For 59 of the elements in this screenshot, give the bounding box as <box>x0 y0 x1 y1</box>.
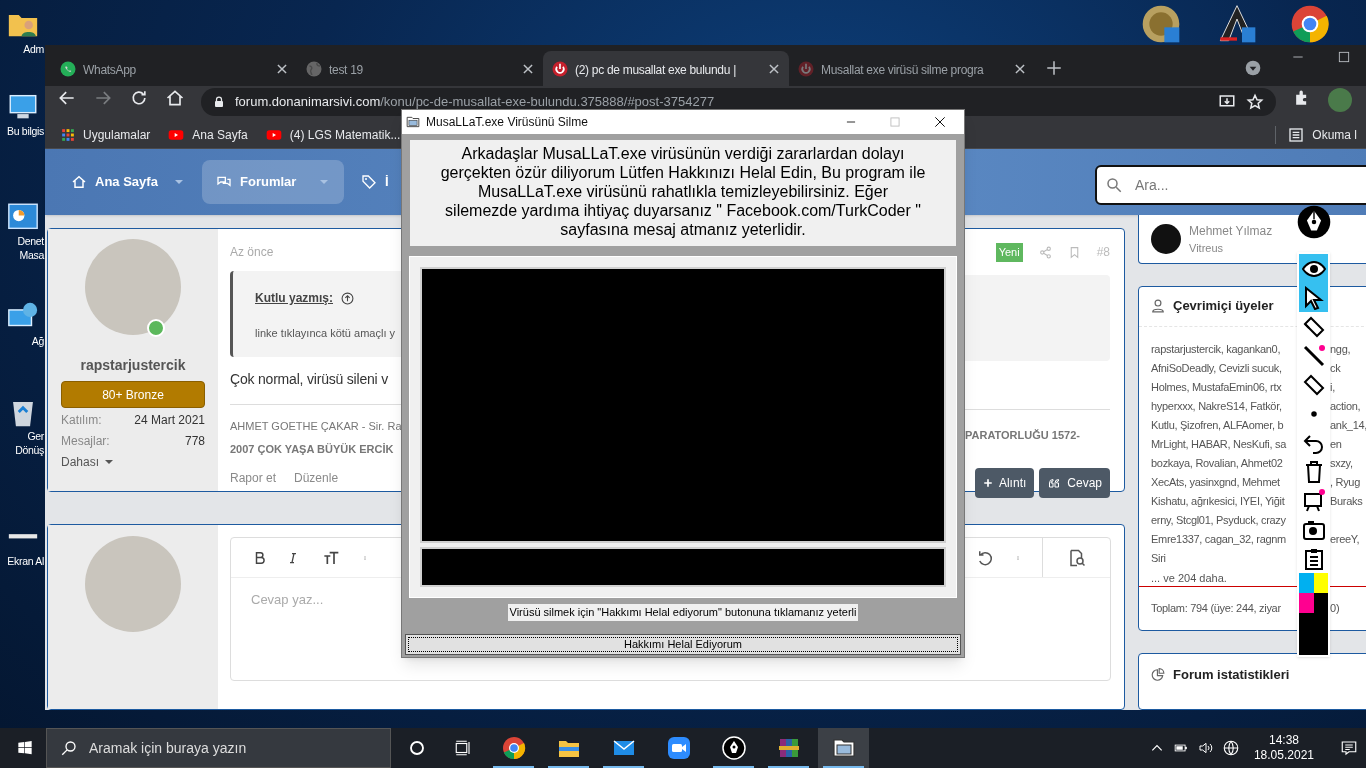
member-list-text: ck <box>1330 360 1341 376</box>
stat-label: Katılım: <box>61 412 102 429</box>
window-title: MusaLLaT.exe Virüsünü Silme <box>426 114 588 131</box>
bookmark-label: Uygulamalar <box>83 127 151 144</box>
stat-value: 24 Mart 2021 <box>134 412 205 429</box>
member-list-text: Kutlu, Şizofren, ALFAomer, b <box>1151 417 1285 433</box>
dialog-message: Arkadaşlar MusaLLaT.exe virüsünün verdiği zararlardan dolayı gerçekten özür diliyorum Lütfen Hakkınızı Helal Edin, Bu program ile MusaLLaT.exe virüsünü rahatlıkla temizleyebilirsiniz. Eğer silemezde yardıma ihtiyaç duyarsanız " Facebook.com/TurkCoder " sayfasına mesaj atmanız yeterlidir. <box>410 140 956 246</box>
member-list-text: action, <box>1330 398 1361 414</box>
member-list-text: Buraks <box>1330 493 1363 509</box>
member-list-text: MrLight, HABAR, NesKufi, sa <box>1151 436 1288 452</box>
member-list-text: AfniSoDeadly, Cevizli sucuk, <box>1151 360 1283 376</box>
signature-text: 2007 ÇOK YAŞA BÜYÜK ERCİK <box>230 441 395 457</box>
member-list-text: ank_14, <box>1330 417 1366 433</box>
reading-list-label: Okuma l <box>1312 127 1357 144</box>
bookmark-label: (4) LGS Matematik... <box>289 127 401 144</box>
nav-label: İ <box>385 173 389 192</box>
post-time: Az önce <box>230 244 275 261</box>
tab-title: (2) pc de musallat exe bulundu | <box>575 62 736 77</box>
member-list-text: ngg, <box>1330 341 1351 357</box>
rank-badge: 80+ Bronze <box>61 381 205 408</box>
signature-text: AHMET GOETHE ÇAKAR - Sir. Ra <box>230 419 401 434</box>
member-title: Vitreus <box>1189 240 1225 256</box>
new-badge: Yeni <box>995 243 1023 262</box>
member-list-text: ereeY, <box>1330 531 1360 547</box>
url-path: /konu/pc-de-musallat-exe-bulundu.375888/#post-3754277 <box>380 94 715 109</box>
member-list-text: en <box>1330 436 1342 452</box>
more-label: Dahası <box>61 454 100 471</box>
member-list-text: i, <box>1330 379 1335 395</box>
nav-label: Ana Sayfa <box>95 173 158 192</box>
more-members-text: ... ve 204 daha. <box>1151 570 1227 586</box>
member-list-text: bozkaya, Rovalian, Ahmet02 <box>1151 455 1284 471</box>
clock-time: 14:38 <box>1268 733 1299 748</box>
member-list-text: Siri <box>1151 550 1167 566</box>
tab-title: WhatsApp <box>83 62 136 77</box>
tab-title: Musallat exe virüsü silme progra <box>821 62 984 77</box>
nav-label: Forumlar <box>240 173 297 192</box>
member-list-text: hyperxxx, NakreS14, Fatkör, <box>1151 398 1283 414</box>
total-text: Toplam: 794 (üye: 244, ziyar <box>1151 601 1282 617</box>
tab-title: test 19 <box>329 62 363 77</box>
member-list-text: rapstarjustercik, kagankan0, <box>1151 341 1282 357</box>
card-title: Forum istatistikleri <box>1173 665 1290 684</box>
bookmark-label: Ana Sayfa <box>192 127 248 144</box>
clock-date: 18.05.2021 <box>1253 748 1314 763</box>
dialog-hint: Virüsü silmek için "Hakkımı Helal ediyorum" butonuna tıklamanız yeterli <box>507 604 859 621</box>
signature-text: PARATORLUĞU 1572- <box>965 427 1080 443</box>
member-list-text: sxzy, <box>1330 455 1353 471</box>
post-message: Çok normal, virüsü sileni v <box>230 370 388 389</box>
stat-label: Mesajlar: <box>61 433 110 450</box>
member-list-text: Holmes, MustafaEmin06, rtx <box>1151 379 1283 395</box>
member-list-text: Emre1337, cagan_32, ragnm <box>1151 531 1287 547</box>
member-list-text: , Ryug <box>1330 474 1360 490</box>
card-title: Çevrimiçi üyeler <box>1173 297 1274 316</box>
member-list-text: erny, Stcgl01, Psyduck, crazy <box>1151 512 1287 528</box>
member-list-text: Kishatu, ağrıkesici, IYEI, Yiğit <box>1151 493 1286 509</box>
stat-value: 778 <box>184 433 205 450</box>
url-host: forum.donanimarsivi.com <box>235 94 381 109</box>
quote-text: linke tıklayınca kötü amaçlı y <box>255 326 396 341</box>
member-list-text: XecAts, yasinxgnd, Mehmet <box>1151 474 1281 490</box>
total-text: 0) <box>1330 601 1340 617</box>
